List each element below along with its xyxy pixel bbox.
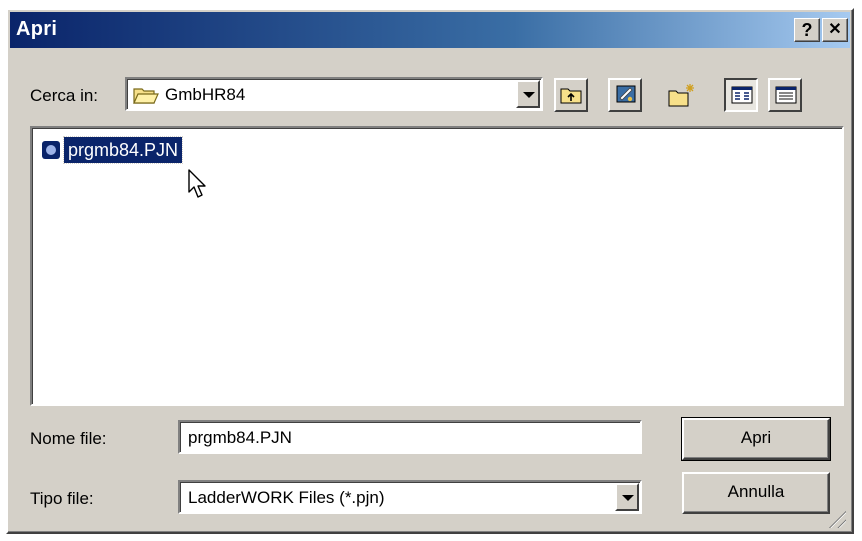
desktop-button[interactable] <box>608 78 642 112</box>
lookin-dropdown-button[interactable] <box>516 80 540 108</box>
filename-field[interactable]: prgmb84.PJN <box>178 420 642 454</box>
filetype-value: LadderWORK Files (*.pjn) <box>188 488 385 507</box>
list-view-button[interactable] <box>724 78 758 112</box>
chevron-down-icon <box>523 92 535 98</box>
desktop-icon <box>615 84 637 111</box>
filetype-label: Tipo file: <box>30 489 94 508</box>
up-one-level-button[interactable] <box>554 78 588 112</box>
file-name: prgmb84.PJN <box>62 136 184 164</box>
filename-value: prgmb84.PJN <box>188 428 292 447</box>
title-bar[interactable]: Apri ? ✕ <box>10 12 850 48</box>
new-folder-button[interactable] <box>664 78 698 112</box>
file-list[interactable]: prgmb84.PJN <box>30 126 844 406</box>
filetype-combo[interactable]: LadderWORK Files (*.pjn) <box>178 480 642 514</box>
help-button[interactable]: ? <box>794 18 820 42</box>
new-folder-icon <box>668 82 696 113</box>
window-title: Apri <box>16 18 58 40</box>
open-dialog: Apri ? ✕ Cerca in: GmbHR84 prgmb84.PJN N… <box>6 8 854 534</box>
close-button[interactable]: ✕ <box>822 18 848 42</box>
chevron-down-icon <box>622 495 634 501</box>
lookin-value: GmbHR84 <box>165 85 246 104</box>
lookin-combo[interactable]: GmbHR84 <box>125 77 543 111</box>
list-view-icon <box>731 86 753 109</box>
cancel-button[interactable]: Annulla <box>682 472 830 514</box>
project-file-icon <box>42 141 60 159</box>
folder-up-icon <box>560 86 582 109</box>
mouse-cursor-icon <box>187 168 213 205</box>
lookin-label: Cerca in: <box>30 86 99 105</box>
open-button[interactable]: Apri <box>681 417 831 461</box>
details-view-icon <box>775 86 797 109</box>
details-view-button[interactable] <box>768 78 802 112</box>
folder-open-icon <box>133 85 159 110</box>
filename-label: Nome file: <box>30 429 107 448</box>
filetype-dropdown-button[interactable] <box>615 483 639 511</box>
